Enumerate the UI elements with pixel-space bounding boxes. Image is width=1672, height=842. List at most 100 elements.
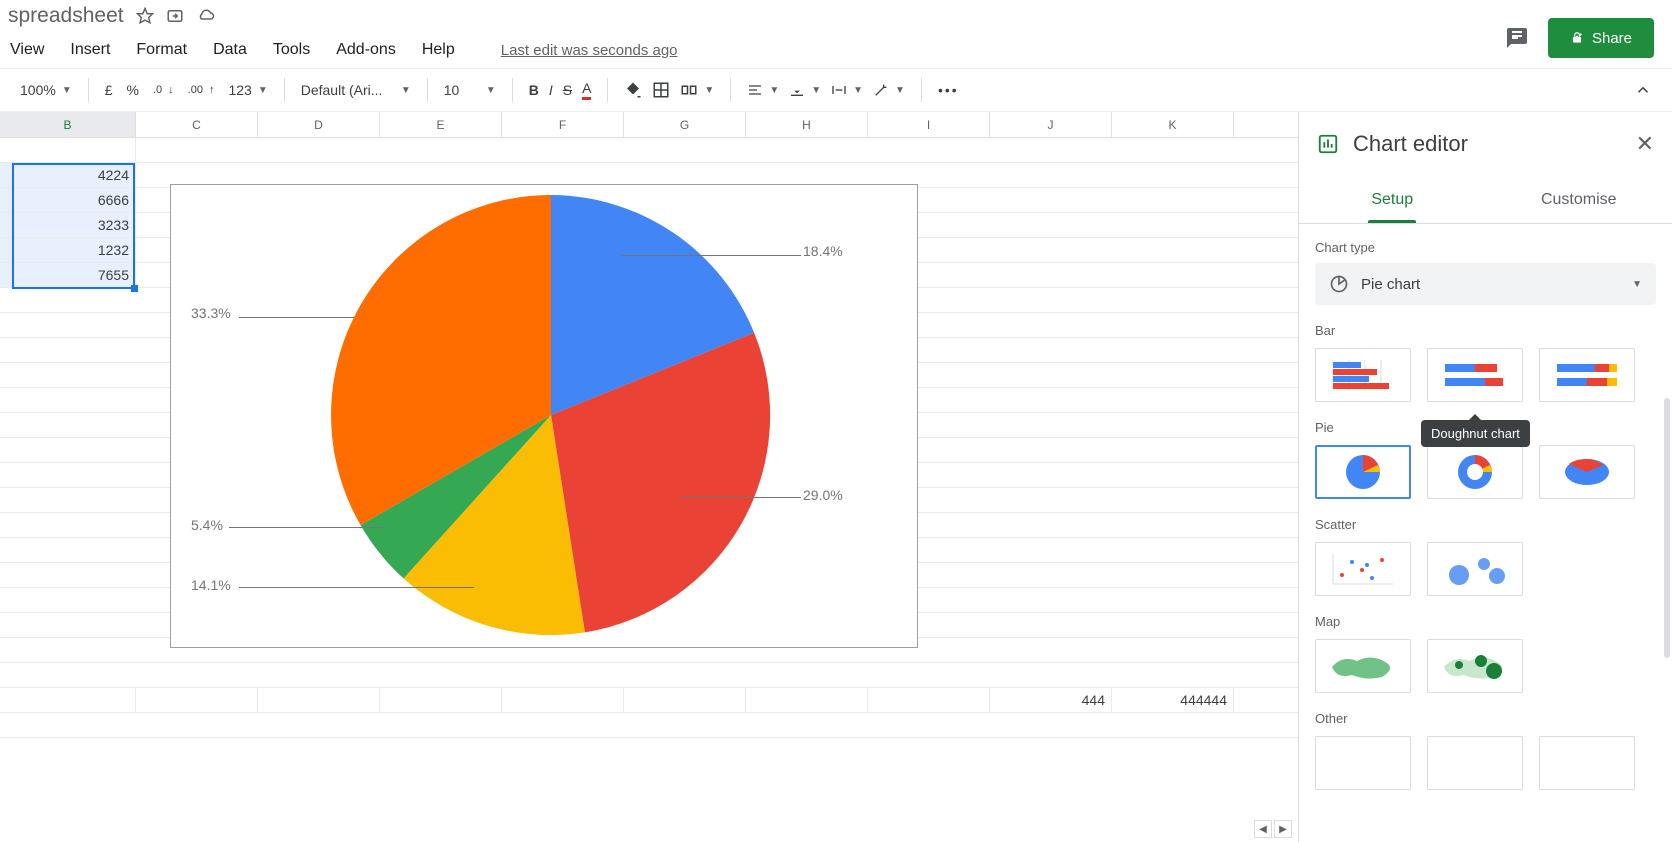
chart-option-geo[interactable]: [1315, 639, 1411, 693]
italic-button[interactable]: I: [549, 82, 553, 98]
chart-type-value: Pie chart: [1361, 276, 1420, 293]
text-color-button[interactable]: A: [582, 80, 591, 100]
chart-editor-body: Chart type Pie chart ▼ Bar Pie Doughnut: [1299, 224, 1672, 842]
table-row[interactable]: [0, 713, 1298, 738]
currency-button[interactable]: £: [105, 82, 113, 98]
strikethrough-button[interactable]: S: [563, 82, 572, 98]
move-icon[interactable]: [166, 7, 184, 25]
spreadsheet-grid[interactable]: B C D E F G H I J K 4224 6666 3233 1232 …: [0, 112, 1298, 842]
h-align-button[interactable]: ▼: [747, 82, 779, 98]
column-header-b[interactable]: B: [0, 112, 136, 137]
pie-label: 29.0%: [803, 487, 843, 503]
caret-down-icon: ▼: [769, 85, 779, 96]
chart-editor-title: Chart editor: [1353, 131, 1468, 157]
tab-customise[interactable]: Customise: [1486, 176, 1672, 223]
menu-addons[interactable]: Add-ons: [336, 41, 396, 59]
wrap-button[interactable]: ▼: [831, 82, 863, 98]
tab-setup[interactable]: Setup: [1299, 176, 1486, 223]
table-row[interactable]: 444 444444: [0, 688, 1298, 713]
caret-down-icon: ▼: [258, 85, 268, 96]
column-header-f[interactable]: F: [502, 112, 624, 137]
document-title-bar: spreadsheet: [0, 0, 1672, 32]
separator: [512, 78, 513, 102]
toolbar: 100%▼ £ % .0↓ .00↑ 123▼ Default (Ari...▼…: [0, 68, 1672, 112]
percent-button[interactable]: %: [127, 82, 139, 98]
menu-insert[interactable]: Insert: [70, 41, 110, 59]
separator: [921, 78, 922, 102]
cloud-icon[interactable]: [196, 7, 216, 25]
chart-option-stacked-bar[interactable]: [1427, 348, 1523, 402]
zoom-dropdown[interactable]: 100%▼: [20, 82, 72, 98]
chart-option-doughnut[interactable]: [1427, 445, 1523, 499]
chart-option-geo-markers[interactable]: [1427, 639, 1523, 693]
cell-b[interactable]: 1232: [0, 238, 136, 262]
menu-data[interactable]: Data: [213, 41, 247, 59]
cell-b[interactable]: 7655: [0, 263, 136, 287]
chart-option-bubble[interactable]: [1427, 542, 1523, 596]
more-formats-dropdown[interactable]: 123▼: [228, 82, 267, 98]
chart-option-other-1[interactable]: [1315, 736, 1411, 790]
decrease-decimal-button[interactable]: .0↓: [153, 84, 174, 96]
column-header-g[interactable]: G: [624, 112, 746, 137]
last-edit-link[interactable]: Last edit was seconds ago: [501, 42, 678, 59]
caret-down-icon: ▼: [486, 85, 496, 96]
cell-k[interactable]: 444444: [1112, 688, 1234, 712]
column-header-h[interactable]: H: [746, 112, 868, 137]
section-other: Other: [1315, 711, 1656, 726]
table-row[interactable]: [0, 138, 1298, 163]
column-header-c[interactable]: C: [136, 112, 258, 137]
separator: [88, 78, 89, 102]
chart-editor-header: Chart editor ✕: [1299, 112, 1672, 176]
merge-button[interactable]: ▼: [680, 81, 714, 99]
chart-option-scatter[interactable]: [1315, 542, 1411, 596]
share-button-label: Share: [1592, 30, 1632, 47]
column-header-i[interactable]: I: [868, 112, 990, 137]
column-header-e[interactable]: E: [380, 112, 502, 137]
leader-line: [681, 497, 801, 498]
chart-option-3d-pie[interactable]: [1539, 445, 1635, 499]
column-header-d[interactable]: D: [258, 112, 380, 137]
caret-down-icon: ▼: [704, 85, 714, 96]
font-size-dropdown[interactable]: 10▼: [444, 82, 496, 98]
section-bar: Bar: [1315, 323, 1656, 338]
document-title[interactable]: spreadsheet: [8, 4, 124, 28]
chart-option-other-3[interactable]: [1539, 736, 1635, 790]
bold-button[interactable]: B: [529, 82, 539, 98]
menu-view[interactable]: View: [10, 41, 44, 59]
menu-format[interactable]: Format: [136, 41, 187, 59]
chart-type-dropdown[interactable]: Pie chart ▼: [1315, 263, 1656, 305]
chart-option-pie[interactable]: [1315, 445, 1411, 499]
chart-option-100-bar[interactable]: [1539, 348, 1635, 402]
scrollbar-thumb[interactable]: [1664, 398, 1670, 658]
collapse-toolbar-button[interactable]: [1634, 81, 1652, 99]
fill-color-button[interactable]: [624, 81, 642, 99]
cell-j[interactable]: 444: [990, 688, 1112, 712]
caret-down-icon: ▼: [1632, 279, 1642, 290]
chart-option-bar[interactable]: [1315, 348, 1411, 402]
scroll-right-button[interactable]: ▶: [1274, 820, 1292, 838]
borders-button[interactable]: [652, 81, 670, 99]
menu-help[interactable]: Help: [422, 41, 455, 59]
cell-b[interactable]: 6666: [0, 188, 136, 212]
table-row[interactable]: [0, 663, 1298, 688]
close-icon[interactable]: ✕: [1636, 131, 1654, 157]
chart-option-other-2[interactable]: [1427, 736, 1523, 790]
cell-b[interactable]: 4224: [0, 163, 136, 187]
selection-handle[interactable]: [131, 285, 138, 292]
v-align-button[interactable]: ▼: [789, 82, 821, 98]
more-toolbar-button[interactable]: •••: [938, 82, 959, 98]
cell-b[interactable]: 3233: [0, 213, 136, 237]
column-header-j[interactable]: J: [990, 112, 1112, 137]
column-header-k[interactable]: K: [1112, 112, 1234, 137]
star-icon[interactable]: [136, 7, 154, 25]
caret-down-icon: ▼: [401, 85, 411, 96]
increase-decimal-button[interactable]: .00↑: [188, 84, 215, 96]
rotate-button[interactable]: ▼: [873, 82, 905, 98]
section-scatter: Scatter: [1315, 517, 1656, 532]
font-dropdown[interactable]: Default (Ari...▼: [301, 82, 411, 98]
share-button[interactable]: Share: [1548, 18, 1654, 58]
menu-tools[interactable]: Tools: [273, 41, 310, 59]
embedded-chart[interactable]: 18.4% 29.0% 14.1% 5.4% 33.3%: [170, 184, 918, 648]
scroll-left-button[interactable]: ◀: [1254, 820, 1272, 838]
comments-icon[interactable]: [1504, 25, 1530, 51]
